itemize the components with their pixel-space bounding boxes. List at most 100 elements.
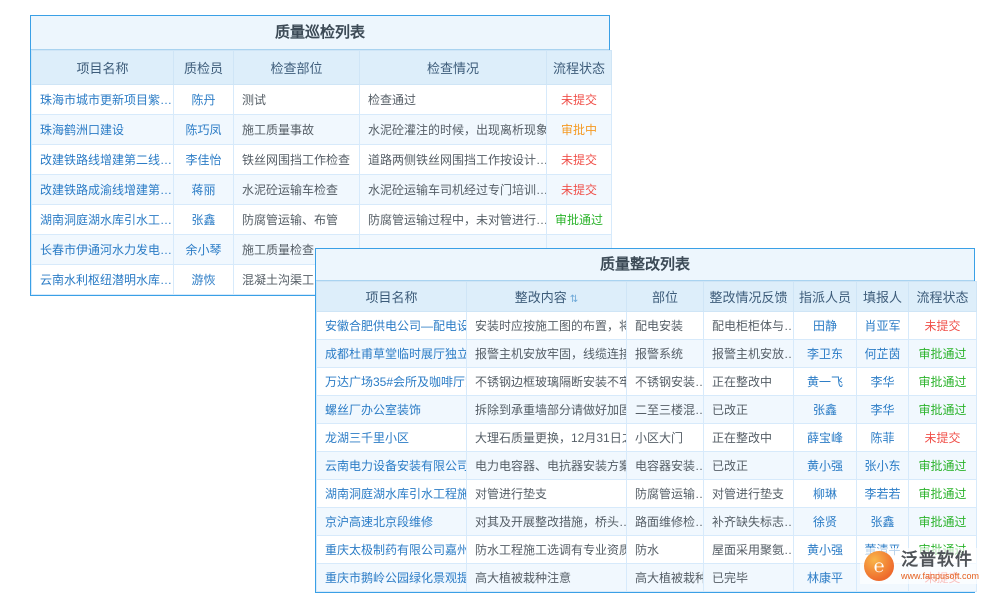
cell-text: 不锈钢边框玻璃隔断安装不牢… bbox=[467, 368, 627, 396]
project-link[interactable]: 云南水利枢纽潜明水库… bbox=[32, 265, 174, 295]
cell-text: 拆除到承重墙部分请做好加固… bbox=[467, 396, 627, 424]
cell-person: 黄一飞 bbox=[794, 368, 857, 396]
fanpusoft-logo: ℮ 泛普软件 www.fanpusoft.com bbox=[860, 548, 987, 584]
table-row[interactable]: 龙湖三千里小区大理石质量更换，12月31日之…小区大门正在整改中薛宝峰陈菲未提交 bbox=[317, 424, 977, 452]
cell-person: 肖亚军 bbox=[857, 312, 909, 340]
project-link[interactable]: 万达广场35#会所及咖啡厅空… bbox=[317, 368, 467, 396]
project-link[interactable]: 安徽合肥供电公司—配电设备… bbox=[317, 312, 467, 340]
table-row[interactable]: 安徽合肥供电公司—配电设备…安装时应按施工图的布置，将…配电安装配电柜柜体与…田… bbox=[317, 312, 977, 340]
cell-text: 不锈钢安装… bbox=[627, 368, 704, 396]
column-header: 质检员 bbox=[174, 51, 234, 85]
column-header-label: 部位 bbox=[652, 290, 678, 305]
project-link[interactable]: 湖南洞庭湖水库引水工程施工时 bbox=[317, 480, 467, 508]
cell-text: 补齐缺失标志… bbox=[704, 508, 794, 536]
cell-person: 陈巧凤 bbox=[174, 115, 234, 145]
cell-status: 审批通过 bbox=[909, 396, 977, 424]
column-header: 项目名称 bbox=[317, 282, 467, 312]
logo-url-text: www.fanpusoft.com bbox=[901, 571, 979, 581]
column-header-label: 项目名称 bbox=[365, 290, 417, 305]
column-header: 指派人员 bbox=[794, 282, 857, 312]
project-link[interactable]: 重庆市鹅岭公园绿化景观提升… bbox=[317, 564, 467, 592]
sort-icon[interactable]: ⇅ bbox=[570, 294, 578, 305]
cell-person: 黄小强 bbox=[794, 536, 857, 564]
cell-text: 对其及开展整改措施，桥头… bbox=[467, 508, 627, 536]
project-link[interactable]: 京沪高速北京段维修 bbox=[317, 508, 467, 536]
table-header-row: 项目名称 整改内容⇅ 部位 整改情况反馈指派人员填报人流程状态 bbox=[317, 282, 977, 312]
table-row[interactable]: 万达广场35#会所及咖啡厅空…不锈钢边框玻璃隔断安装不牢…不锈钢安装…正在整改中… bbox=[317, 368, 977, 396]
cell-text: 防水工程施工选调有专业资质… bbox=[467, 536, 627, 564]
cell-text: 检查通过 bbox=[360, 85, 547, 115]
cell-text: 报警主机安放… bbox=[704, 340, 794, 368]
cell-text: 二至三楼混… bbox=[627, 396, 704, 424]
column-header[interactable]: 整改内容⇅ bbox=[467, 282, 627, 312]
cell-person: 李华 bbox=[857, 396, 909, 424]
fanpusoft-logo-text: 泛普软件 www.fanpusoft.com bbox=[901, 551, 979, 581]
cell-text: 对管进行垫支 bbox=[704, 480, 794, 508]
table-row[interactable]: 云南电力设备安装有限公司20…电力电容器、电抗器安装方案,…电容器安装…已改正黄… bbox=[317, 452, 977, 480]
table-row[interactable]: 成都杜甫草堂临时展厅独立展…报警主机安放牢固，线缆连接…报警系统报警主机安放…李… bbox=[317, 340, 977, 368]
column-header: 流程状态 bbox=[909, 282, 977, 312]
cell-text: 小区大门 bbox=[627, 424, 704, 452]
table-row[interactable]: 湖南洞庭湖水库引水工程施工时对管进行垫支防腐管运输…对管进行垫支柳琳李若若审批通… bbox=[317, 480, 977, 508]
project-link[interactable]: 螺丝厂办公室装饰 bbox=[317, 396, 467, 424]
cell-person: 陈丹 bbox=[174, 85, 234, 115]
column-header: 项目名称 bbox=[32, 51, 174, 85]
table-row[interactable]: 螺丝厂办公室装饰拆除到承重墙部分请做好加固…二至三楼混…已改正张鑫李华审批通过 bbox=[317, 396, 977, 424]
table-row[interactable]: 珠海鹤洲口建设陈巧凤施工质量事故水泥砼灌注的时候，出现离析现象审批中 bbox=[32, 115, 612, 145]
cell-text: 防腐管运输… bbox=[627, 480, 704, 508]
cell-person: 李若若 bbox=[857, 480, 909, 508]
cell-text: 防腐管运输、布管 bbox=[234, 205, 360, 235]
column-header: 填报人 bbox=[857, 282, 909, 312]
cell-text: 安装时应按施工图的布置，将… bbox=[467, 312, 627, 340]
project-link[interactable]: 珠海市城市更新项目紫… bbox=[32, 85, 174, 115]
project-link[interactable]: 珠海鹤洲口建设 bbox=[32, 115, 174, 145]
column-header-label: 流程状态 bbox=[553, 61, 605, 76]
rectification-table: 项目名称 整改内容⇅ 部位 整改情况反馈指派人员填报人流程状态 安徽合肥供电公司—配电… bbox=[316, 281, 977, 592]
table-row[interactable]: 珠海市城市更新项目紫…陈丹测试检查通过未提交 bbox=[32, 85, 612, 115]
column-header-label: 填报人 bbox=[863, 290, 902, 305]
column-header: 检查部位 bbox=[234, 51, 360, 85]
column-header-label: 质检员 bbox=[184, 61, 223, 76]
project-link[interactable]: 改建铁路成渝线增建第… bbox=[32, 175, 174, 205]
cell-status: 审批通过 bbox=[909, 368, 977, 396]
cell-text: 报警系统 bbox=[627, 340, 704, 368]
rectification-list-panel: 质量整改列表 项目名称整改内容⇅部位整改情况反馈指派人员填报人流程状态 安徽合肥… bbox=[315, 248, 975, 593]
cell-text: 道路两侧铁丝网围挡工作按设计… bbox=[360, 145, 547, 175]
cell-status: 未提交 bbox=[547, 175, 612, 205]
cell-status: 未提交 bbox=[547, 85, 612, 115]
table-row[interactable]: 改建铁路线增建第二线…李佳怡铁丝网围挡工作检查道路两侧铁丝网围挡工作按设计…未提… bbox=[32, 145, 612, 175]
cell-text: 水泥砼运输车检查 bbox=[234, 175, 360, 205]
cell-text: 水泥砼灌注的时候，出现离析现象 bbox=[360, 115, 547, 145]
fanpusoft-logo-icon: ℮ bbox=[864, 551, 894, 581]
project-link[interactable]: 长春市伊通河水力发电… bbox=[32, 235, 174, 265]
table-row[interactable]: 京沪高速北京段维修对其及开展整改措施，桥头…路面维修检…补齐缺失标志…徐贤张鑫审… bbox=[317, 508, 977, 536]
cell-text: 防水 bbox=[627, 536, 704, 564]
cell-person: 林康平 bbox=[794, 564, 857, 592]
project-link[interactable]: 成都杜甫草堂临时展厅独立展… bbox=[317, 340, 467, 368]
project-link[interactable]: 湖南洞庭湖水库引水工… bbox=[32, 205, 174, 235]
project-link[interactable]: 龙湖三千里小区 bbox=[317, 424, 467, 452]
cell-status: 审批通过 bbox=[909, 508, 977, 536]
cell-person: 何芷茵 bbox=[857, 340, 909, 368]
cell-text: 电力电容器、电抗器安装方案,… bbox=[467, 452, 627, 480]
logo-brand-text: 泛普软件 bbox=[901, 551, 979, 570]
cell-person: 张鑫 bbox=[857, 508, 909, 536]
cell-text: 正在整改中 bbox=[704, 424, 794, 452]
table-row[interactable]: 湖南洞庭湖水库引水工…张鑫防腐管运输、布管防腐管运输过程中，未对管进行…审批通过 bbox=[32, 205, 612, 235]
page: 质量巡检列表 项目名称质检员检查部位检查情况流程状态 珠海市城市更新项目紫…陈丹… bbox=[0, 0, 1000, 600]
table-header-row: 项目名称质检员检查部位 检查情况 流程状态 bbox=[32, 51, 612, 85]
column-header-label: 检查情况 bbox=[427, 61, 479, 76]
table-row[interactable]: 改建铁路成渝线增建第…蒋丽水泥砼运输车检查水泥砼运输车司机经过专门培训…未提交 bbox=[32, 175, 612, 205]
cell-status: 审批通过 bbox=[909, 480, 977, 508]
cell-status: 审批通过 bbox=[909, 340, 977, 368]
cell-text: 高大植被栽种 bbox=[627, 564, 704, 592]
project-link[interactable]: 改建铁路线增建第二线… bbox=[32, 145, 174, 175]
cell-person: 游恢 bbox=[174, 265, 234, 295]
cell-person: 张鑫 bbox=[794, 396, 857, 424]
project-link[interactable]: 云南电力设备安装有限公司20… bbox=[317, 452, 467, 480]
project-link[interactable]: 重庆太极制药有限公司嘉州中… bbox=[317, 536, 467, 564]
cell-text: 配电安装 bbox=[627, 312, 704, 340]
cell-person: 张小东 bbox=[857, 452, 909, 480]
column-header: 整改情况反馈 bbox=[704, 282, 794, 312]
cell-text: 防腐管运输过程中，未对管进行… bbox=[360, 205, 547, 235]
